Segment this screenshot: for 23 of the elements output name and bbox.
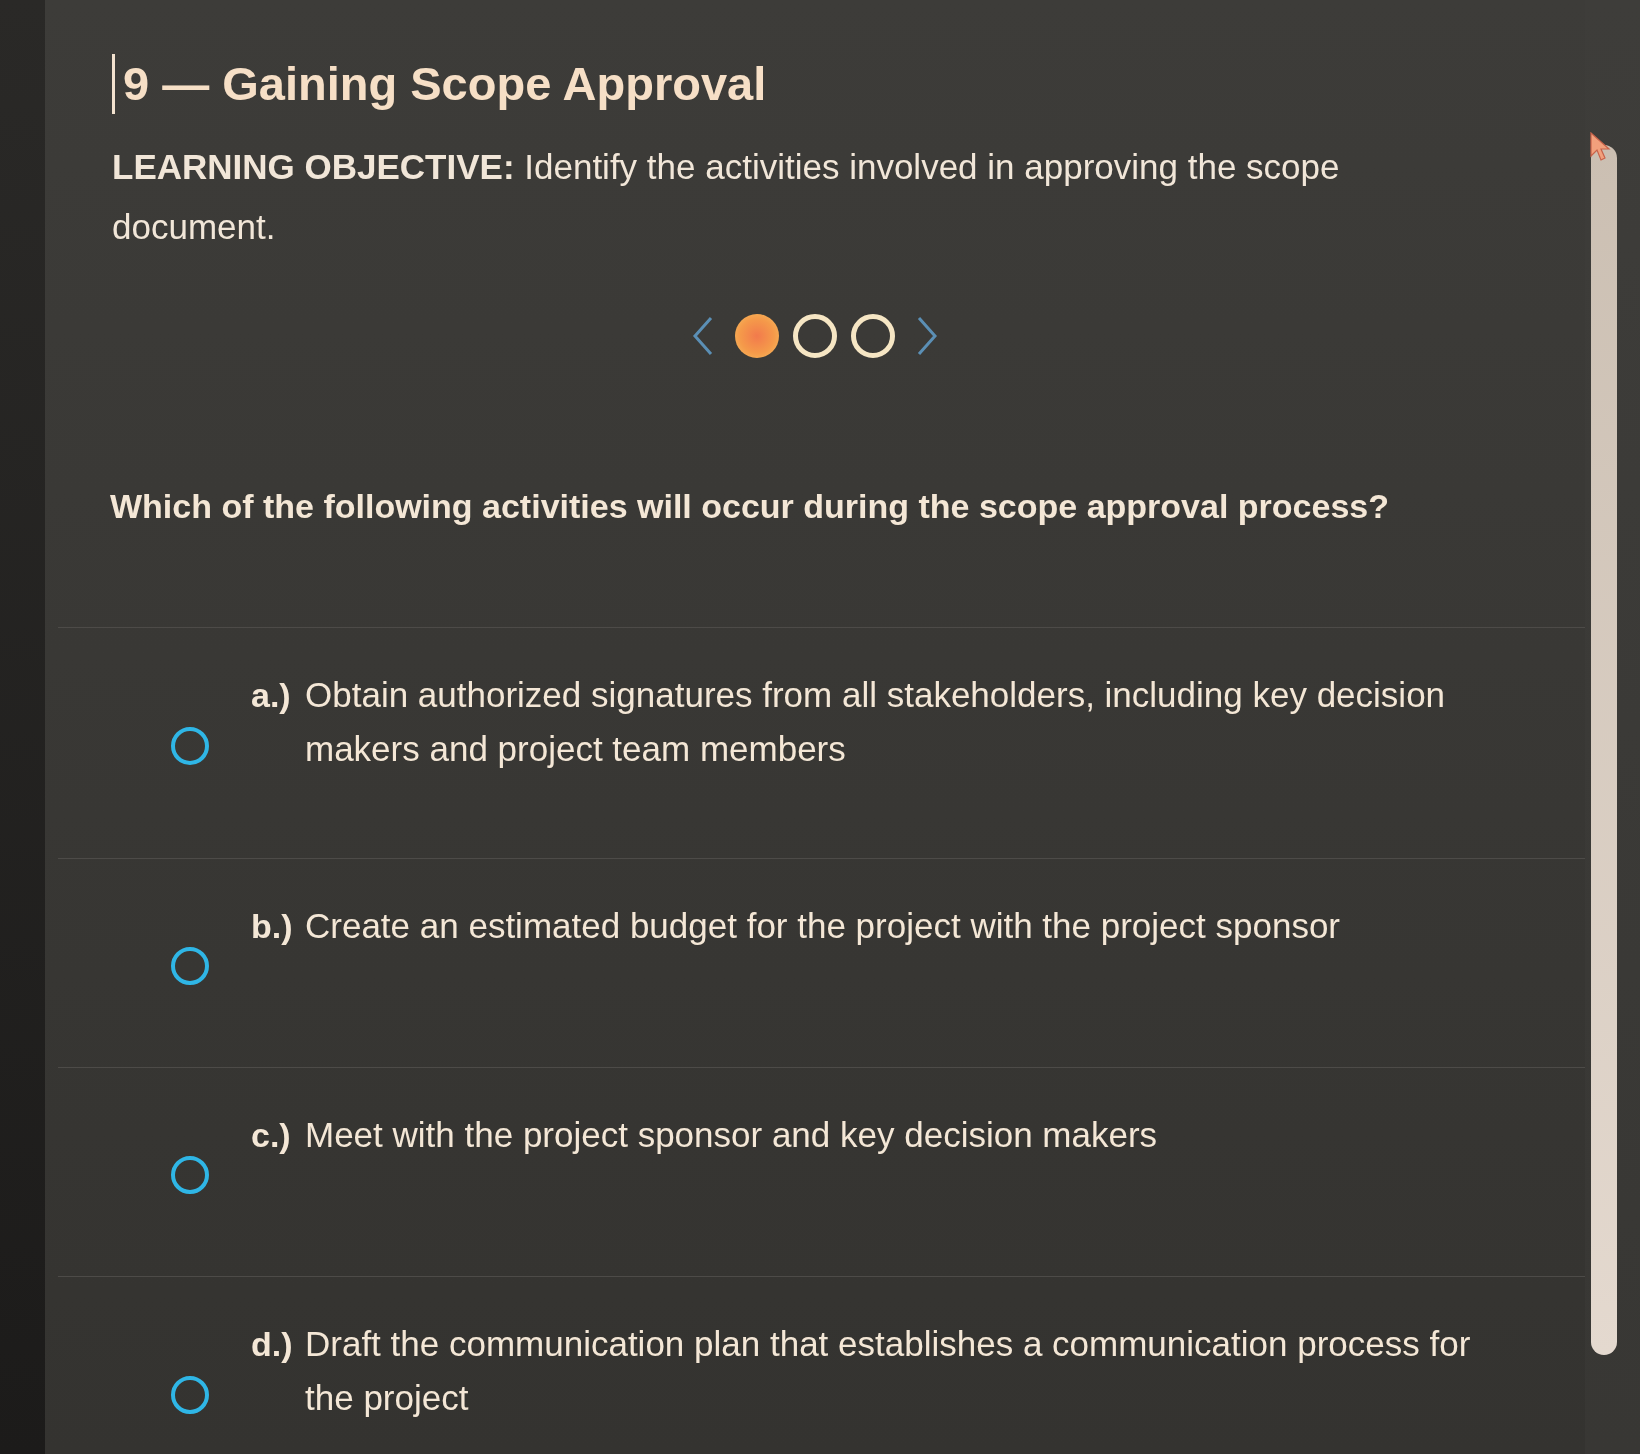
mouse-pointer-icon xyxy=(1590,132,1612,162)
text-cursor-icon xyxy=(112,54,115,114)
option-text: Obtain authorized signatures from all stakeholders, including key decision makers and project team members xyxy=(305,674,1447,770)
radio-button[interactable] xyxy=(171,947,209,985)
radio-button[interactable] xyxy=(171,727,209,765)
lesson-title: 9 — Gaining Scope Approval xyxy=(123,56,767,112)
question-text: Which of the following activities will occur during the scope approval process? xyxy=(110,486,1389,526)
page-dot[interactable] xyxy=(851,314,895,358)
option-text: Meet with the project sponsor and key decision makers xyxy=(305,1114,1158,1156)
option-text: Create an estimated budget for the project with the project sponsor xyxy=(305,905,1341,947)
option-letter: b.) xyxy=(251,906,294,947)
page-dot[interactable] xyxy=(793,314,837,358)
radio-button[interactable] xyxy=(171,1376,209,1414)
option-letter: d.) xyxy=(251,1324,294,1365)
learning-objective: LEARNING OBJECTIVE: Identify the activities involved in approving the scope document. xyxy=(112,146,1341,248)
chevron-left-icon[interactable] xyxy=(691,314,715,358)
chevron-right-icon[interactable] xyxy=(915,314,939,358)
option-letter: c.) xyxy=(251,1115,292,1156)
radio-button[interactable] xyxy=(171,1156,209,1194)
option-text: Draft the communication plan that establishes a communication process for the project xyxy=(305,1323,1472,1419)
scrollbar-thumb[interactable] xyxy=(1591,145,1617,1355)
option-letter: a.) xyxy=(251,675,292,716)
page-dot[interactable] xyxy=(735,314,779,358)
